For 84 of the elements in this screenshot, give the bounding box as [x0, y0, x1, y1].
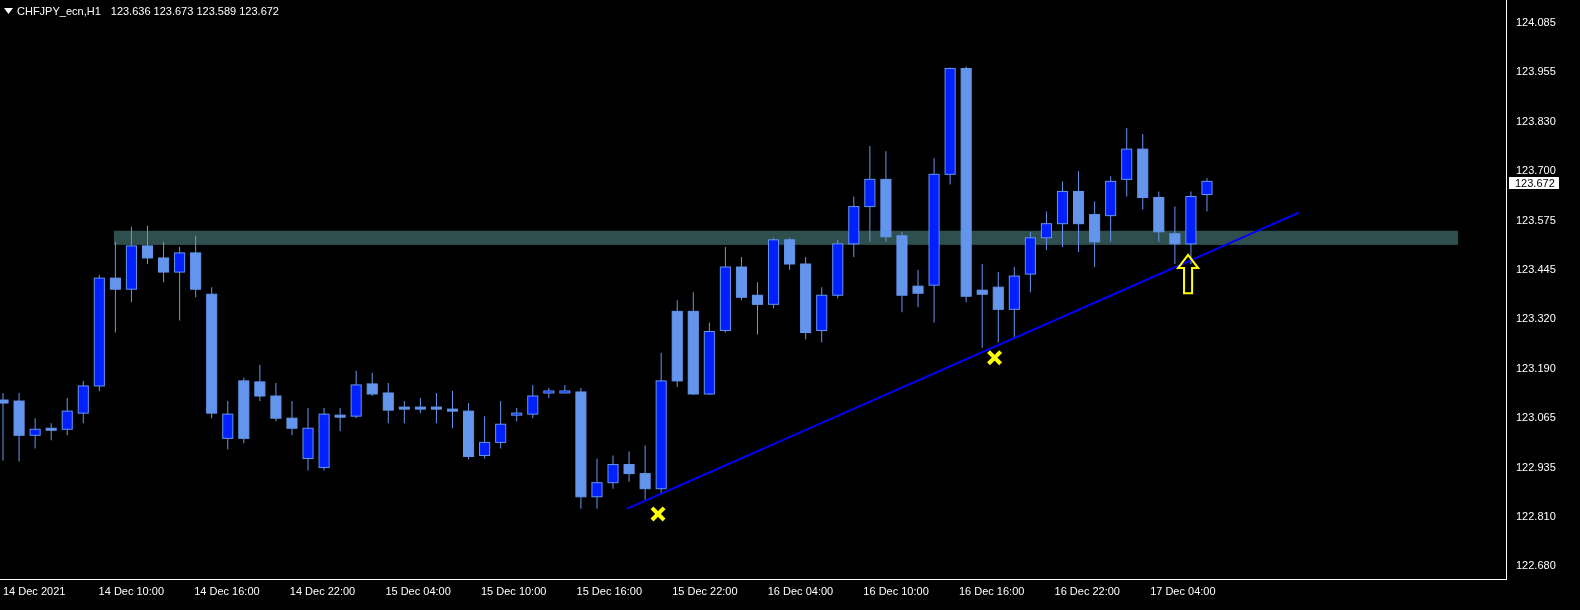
candlestick [1169, 206, 1181, 265]
candlestick [816, 286, 828, 344]
candlestick [302, 407, 314, 472]
time-axis-label: 14 Dec 2021 [3, 585, 67, 599]
candlestick [238, 377, 250, 444]
candlestick [398, 400, 410, 424]
candlestick [591, 457, 603, 510]
candlestick [1201, 177, 1213, 213]
ohlc-quotes: 123.636 123.673 123.589 123.672 [110, 5, 279, 17]
time-axis-label: 15 Dec 22:00 [672, 585, 739, 599]
candlestick [286, 400, 298, 436]
time-axis-label: 16 Dec 04:00 [767, 585, 835, 599]
candlestick [141, 225, 154, 265]
candlestick [784, 237, 796, 271]
price-axis-label: 122.810 [1516, 509, 1556, 522]
candlestick [735, 256, 747, 301]
current-price-tag: 123.672 [1509, 177, 1559, 189]
candlestick [543, 387, 555, 399]
candlestick [382, 382, 394, 424]
price-axis-label: 123.700 [1516, 164, 1556, 177]
price-axis-label: 122.680 [1516, 559, 1556, 572]
candlestick [1089, 201, 1101, 268]
candlestick [848, 196, 860, 258]
candlestick [479, 415, 491, 459]
candlestick [350, 370, 362, 419]
candlestick [1040, 211, 1052, 251]
price-axis-label: 123.830 [1516, 114, 1556, 127]
time-axis-label: 14 Dec 22:00 [289, 585, 357, 599]
time-axis-label: 15 Dec 04:00 [385, 585, 452, 599]
candlestick [158, 241, 170, 283]
time-axis-label: 14 Dec 16:00 [194, 585, 261, 599]
candlestick [318, 407, 330, 472]
candlestick [29, 417, 41, 449]
candlestick [527, 384, 539, 419]
price-axis-label: 123.190 [1516, 361, 1556, 374]
candlestick [61, 397, 73, 436]
price-axis-label: 123.320 [1516, 312, 1556, 325]
cross-icon [649, 505, 667, 522]
candlestick [463, 402, 475, 460]
time-axis-label: 17 Dec 04:00 [1150, 585, 1217, 599]
chart-symbol: CHFJPY_ecn,H1 [17, 5, 101, 17]
candlestick [270, 382, 282, 422]
time-axis-label: 16 Dec 22:00 [1054, 585, 1121, 599]
price-axis-label: 123.955 [1516, 65, 1556, 78]
candlestick [768, 237, 780, 309]
candlestick [222, 400, 234, 450]
candlestick [623, 450, 635, 483]
price-axis-label: 122.935 [1516, 460, 1556, 473]
candlestick [495, 400, 507, 449]
time-axis-label: 15 Dec 10:00 [480, 585, 548, 599]
price-axis-label: 123.575 [1516, 213, 1556, 226]
candlestick [13, 392, 25, 462]
candlestick [1105, 175, 1117, 243]
candlestick [77, 380, 89, 424]
candlestick [446, 390, 459, 429]
candlestick [751, 281, 764, 336]
candlestick [334, 407, 346, 432]
price-axis-label: 123.065 [1516, 411, 1556, 424]
candlestick [1024, 231, 1036, 293]
candlestick [414, 397, 426, 414]
candlestick [190, 235, 202, 298]
candlestick [639, 444, 651, 502]
candlestick [1056, 180, 1069, 248]
cross-icon [986, 349, 1003, 366]
candlestick [511, 407, 523, 422]
dropdown-triangle-icon[interactable] [4, 8, 13, 14]
time-axis-label: 15 Dec 16:00 [576, 585, 643, 599]
time-axis-label: 16 Dec 16:00 [958, 585, 1026, 599]
candlestick [430, 392, 442, 424]
candlestick [559, 384, 571, 394]
candlestick [1121, 127, 1133, 197]
candlestick [254, 364, 266, 402]
candlestick [366, 372, 378, 397]
candlestick [1153, 190, 1165, 243]
candlestick [832, 239, 844, 299]
candlestick [912, 269, 924, 308]
up-arrow-icon [1175, 253, 1201, 295]
price-axis-label: 124.085 [1516, 16, 1556, 28]
price-axis-label: 123.445 [1516, 262, 1556, 275]
candlestick [45, 422, 57, 441]
candlestick [0, 392, 9, 461]
time-axis-label: 16 Dec 10:00 [863, 585, 930, 599]
time-axis-label: 14 Dec 10:00 [98, 585, 166, 599]
candlestick [607, 454, 619, 490]
